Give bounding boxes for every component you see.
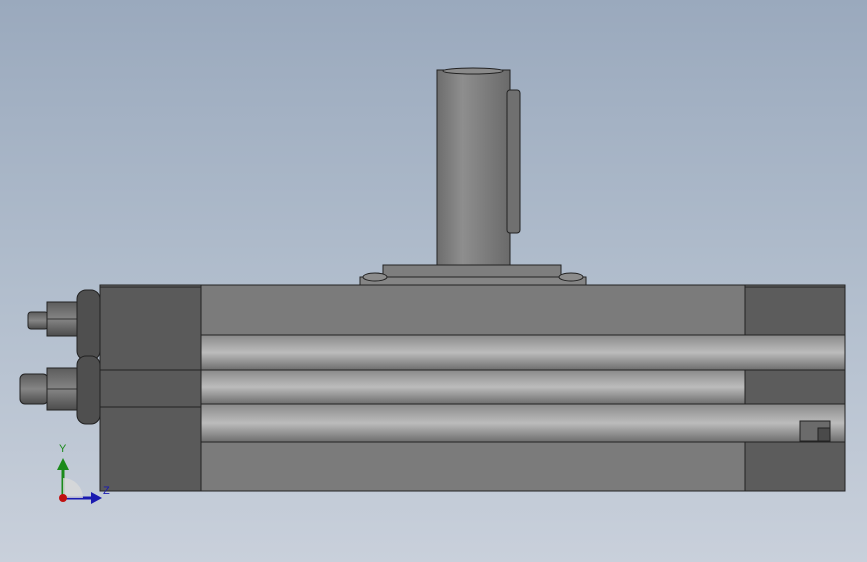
shaft-key: [506, 89, 521, 234]
lower-groove: [200, 403, 846, 443]
screw-head-right: [558, 272, 584, 282]
adjust-bolt-lower[interactable]: [19, 355, 101, 425]
lower-block: [200, 441, 746, 492]
adjust-bolt-upper[interactable]: [27, 289, 101, 361]
y-axis-label: Y: [59, 443, 67, 455]
screw-head-left: [362, 272, 388, 282]
upper-groove: [200, 334, 846, 371]
actuator-body[interactable]: [99, 284, 846, 492]
middle-groove: [200, 369, 746, 405]
triad-origin: [59, 494, 67, 502]
output-shaft[interactable]: [436, 67, 521, 269]
upper-block: [200, 284, 746, 336]
graphics-viewport[interactable]: Y Z: [0, 0, 867, 562]
orientation-triad: [57, 458, 102, 504]
z-axis-label: Z: [103, 485, 110, 497]
left-end-cap: [99, 286, 202, 492]
shaft-flange[interactable]: [359, 264, 587, 286]
cad-model[interactable]: [0, 0, 867, 562]
